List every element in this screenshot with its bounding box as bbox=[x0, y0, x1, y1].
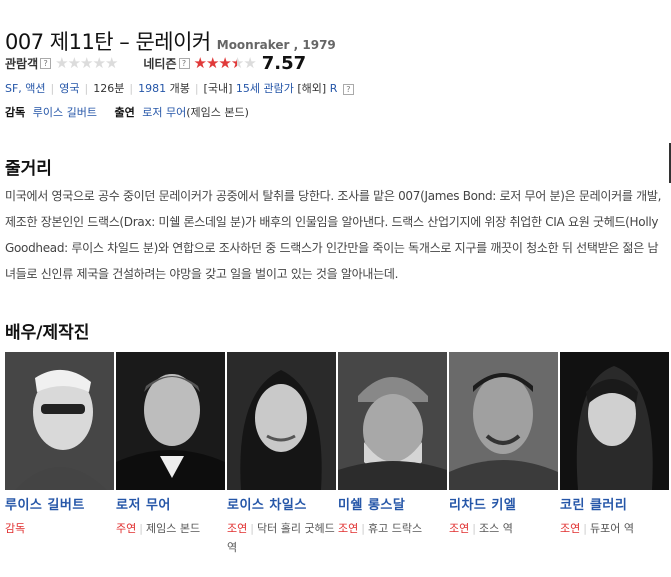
cast-name-link[interactable]: 미쉘 롱스달 bbox=[338, 494, 449, 513]
domestic-rating-link[interactable]: 15세 관람가 bbox=[236, 82, 294, 95]
genre-link[interactable]: SF, 액션 bbox=[5, 82, 46, 95]
cast-card: 로이스 차일스 조연 | 닥터 홀리 굿헤드 역 bbox=[227, 352, 338, 557]
cast-role-name: 조스 역 bbox=[478, 522, 513, 535]
star-icon: ★ bbox=[230, 54, 244, 72]
cast-role-line: 조연 | 닥터 홀리 굿헤드 역 bbox=[227, 519, 338, 557]
divider: | bbox=[472, 522, 476, 535]
cast-role-name: 제임스 본드 bbox=[145, 522, 201, 535]
cast-photo[interactable] bbox=[227, 352, 336, 490]
divider: | bbox=[50, 82, 55, 95]
director-label: 감독 bbox=[5, 106, 26, 119]
director-link[interactable]: 루이스 길버트 bbox=[33, 106, 97, 119]
divider: | bbox=[583, 522, 587, 535]
cast-label: 출연 bbox=[114, 106, 135, 119]
cast-card: 로저 무어 주연 | 제임스 본드 bbox=[116, 352, 227, 557]
cast-card: 미쉘 롱스달 조연 | 휴고 드락스 bbox=[338, 352, 449, 557]
cast-photo[interactable] bbox=[449, 352, 558, 490]
cast-card: 리차드 키엘 조연 | 조스 역 bbox=[449, 352, 560, 557]
runtime: 126분 bbox=[93, 82, 125, 95]
cast-role-line: 조연 | 듀포어 역 bbox=[560, 519, 671, 538]
star-icon: ★ bbox=[104, 54, 118, 72]
cast-role-type: 주연 bbox=[116, 522, 137, 535]
cast-photo[interactable] bbox=[338, 352, 447, 490]
cast-role-line: 조연 | 조스 역 bbox=[449, 519, 560, 538]
divider: | bbox=[139, 522, 143, 535]
star-icon: ★ bbox=[55, 54, 68, 72]
cast-actor-link[interactable]: 로저 무어 bbox=[142, 106, 186, 119]
cast-role-type: 조연 bbox=[449, 522, 470, 535]
synopsis-heading: 줄거리 bbox=[5, 159, 52, 179]
cast-role-type: 조연 bbox=[338, 522, 359, 535]
help-icon[interactable]: ? bbox=[40, 57, 52, 69]
star-icon: ★ bbox=[67, 54, 81, 72]
help-icon[interactable]: ? bbox=[342, 84, 354, 95]
release-year-link[interactable]: 1981 bbox=[138, 82, 166, 95]
cast-name-link[interactable]: 로이스 차일스 bbox=[227, 494, 338, 513]
divider: | bbox=[361, 522, 365, 535]
audience-stars: ★★★★★ bbox=[55, 54, 118, 72]
cast-name-link[interactable]: 로저 무어 bbox=[116, 494, 227, 513]
rating-row: 관람객 ? ★★★★★ 네티즌 ? ★★★★★ 7.57 bbox=[5, 52, 306, 74]
release-label: 개봉 bbox=[169, 82, 190, 95]
movie-original-title: Moonraker , 1979 bbox=[216, 38, 336, 52]
cast-role-name: 휴고 드락스 bbox=[367, 522, 423, 535]
netizen-score: 7.57 bbox=[261, 52, 307, 74]
movie-meta-row: SF, 액션 | 영국 | 126분 | 1981 개봉 | [국내] 15세 관람가 [해외]… bbox=[5, 80, 354, 96]
divider: | bbox=[129, 82, 134, 95]
cast-role: (제임스 본드) bbox=[186, 106, 249, 119]
star-icon: ★ bbox=[92, 54, 105, 72]
cast-role-name: 듀포어 역 bbox=[589, 522, 634, 535]
cast-name-link[interactable]: 리차드 키엘 bbox=[449, 494, 560, 513]
cast-list: 루이스 길버트 감독 로저 무어 주연 | 제임스 본드 로이스 차일스 조연 … bbox=[5, 352, 671, 557]
synopsis-text: 미국에서 영국으로 공수 중이던 문레이커가 공중에서 탈취를 당한다. 조사를… bbox=[5, 189, 662, 281]
cast-name-link[interactable]: 코린 클러리 bbox=[560, 494, 671, 513]
divider: | bbox=[194, 82, 199, 95]
cast-role-line: 감독 bbox=[5, 519, 116, 538]
divider: | bbox=[250, 522, 254, 535]
cast-role-type: 감독 bbox=[5, 522, 26, 535]
cast-role-type: 조연 bbox=[227, 522, 248, 535]
foreign-rating-label: [해외] bbox=[297, 82, 327, 95]
credits-row: 감독 루이스 길버트 출연 로저 무어(제임스 본드) bbox=[5, 104, 249, 120]
domestic-rating-label: [국내] bbox=[203, 82, 233, 95]
divider: | bbox=[84, 82, 89, 95]
cast-role-line: 주연 | 제임스 본드 bbox=[116, 519, 227, 538]
cast-name-link[interactable]: 루이스 길버트 bbox=[5, 494, 116, 513]
cast-role-type: 조연 bbox=[560, 522, 581, 535]
star-icon: ★ bbox=[243, 54, 256, 72]
cast-role-line: 조연 | 휴고 드락스 bbox=[338, 519, 449, 538]
star-icon: ★ bbox=[218, 54, 231, 72]
star-icon: ★ bbox=[205, 54, 219, 72]
star-icon: ★ bbox=[80, 54, 93, 72]
cast-photo[interactable] bbox=[116, 352, 225, 490]
cast-heading: 배우/제작진 bbox=[5, 323, 90, 343]
country-link[interactable]: 영국 bbox=[59, 82, 79, 95]
foreign-rating-link[interactable]: R bbox=[330, 82, 338, 95]
cast-photo[interactable] bbox=[560, 352, 669, 490]
cast-photo[interactable] bbox=[5, 352, 114, 490]
netizen-rating-label: 네티즌 bbox=[143, 56, 177, 71]
netizen-stars: ★★★★★ bbox=[193, 54, 257, 72]
audience-rating-label: 관람객 bbox=[5, 56, 39, 71]
star-icon: ★ bbox=[193, 54, 207, 72]
help-icon[interactable]: ? bbox=[178, 57, 190, 69]
cast-card: 루이스 길버트 감독 bbox=[5, 352, 116, 557]
cast-card: 코린 클러리 조연 | 듀포어 역 bbox=[560, 352, 671, 557]
